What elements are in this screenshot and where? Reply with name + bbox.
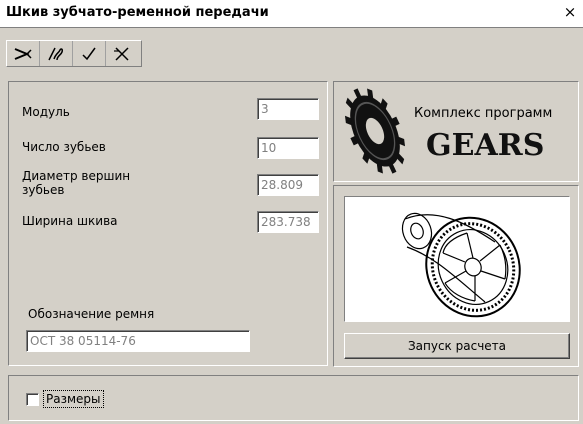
teeth-count-label: Число зубьев bbox=[22, 140, 106, 154]
dimensions-checkbox[interactable] bbox=[26, 393, 39, 406]
check-button[interactable] bbox=[73, 41, 106, 66]
module-label: Модуль bbox=[22, 105, 70, 119]
arrow-tool-button[interactable] bbox=[7, 41, 40, 66]
gear-logo-icon bbox=[344, 88, 406, 174]
preview-panel: Запуск расчета bbox=[333, 185, 579, 367]
tip-diameter-label-line2: зубьев bbox=[22, 183, 65, 197]
belt-designation-label: Обозначение ремня bbox=[28, 307, 155, 321]
pulley-width-field[interactable]: 283.738 bbox=[257, 211, 319, 233]
options-panel: Размеры bbox=[8, 375, 579, 421]
title-bar: Шкив зубчато-ременной передачи × bbox=[0, 0, 583, 28]
edit-pen-icon bbox=[48, 47, 63, 60]
arrow-tool-icon bbox=[14, 47, 32, 60]
window-title: Шкив зубчато-ременной передачи bbox=[6, 5, 269, 20]
logo-title: GEARS bbox=[426, 128, 545, 163]
logo-subtitle: Комплекс программ bbox=[414, 106, 553, 121]
cross-tool-icon bbox=[114, 46, 129, 61]
pulley-drawing-icon bbox=[401, 212, 521, 318]
tip-diameter-field[interactable]: 28.809 bbox=[257, 174, 319, 196]
belt-designation-field[interactable]: ОСТ 38 05114-76 bbox=[26, 330, 250, 352]
dimensions-checkbox-label[interactable]: Размеры bbox=[43, 390, 104, 408]
pulley-preview-image bbox=[344, 196, 570, 322]
run-calculation-button[interactable]: Запуск расчета bbox=[344, 333, 570, 359]
close-button[interactable]: × bbox=[561, 3, 579, 21]
pulley-width-label: Ширина шкива bbox=[22, 214, 118, 228]
module-field[interactable]: 3 bbox=[257, 98, 319, 120]
teeth-count-field[interactable]: 10 bbox=[257, 137, 319, 159]
tip-diameter-label-line1: Диаметр вершин bbox=[22, 169, 131, 183]
parameters-panel: Модуль 3 Число зубьев 10 Диаметр вершин … bbox=[8, 81, 328, 366]
toolbar bbox=[6, 40, 142, 67]
logo-panel: Комплекс программ GEARS bbox=[333, 81, 579, 182]
edit-button[interactable] bbox=[40, 41, 73, 66]
check-icon bbox=[82, 47, 96, 60]
cancel-button[interactable] bbox=[106, 41, 138, 66]
